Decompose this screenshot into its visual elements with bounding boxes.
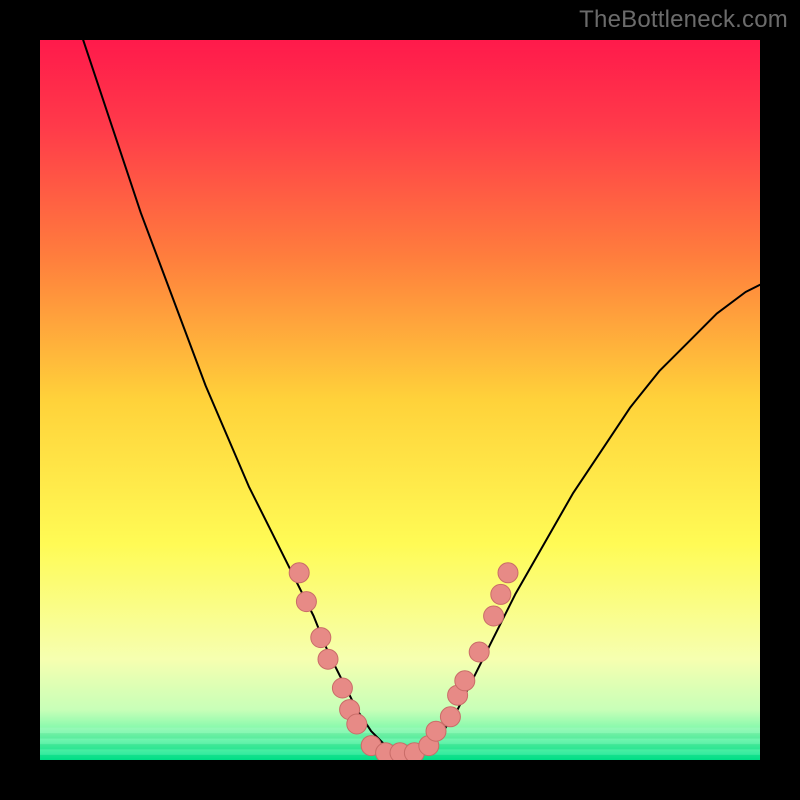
data-point xyxy=(318,649,338,669)
data-point xyxy=(289,563,309,583)
watermark-text: TheBottleneck.com xyxy=(579,6,788,34)
data-point xyxy=(469,642,489,662)
data-point xyxy=(311,628,331,648)
green-band xyxy=(40,733,760,739)
data-point xyxy=(332,678,352,698)
data-point xyxy=(455,671,475,691)
data-point xyxy=(498,563,518,583)
data-point xyxy=(296,592,316,612)
chart-plot-area xyxy=(40,40,760,760)
chart-container: TheBottleneck.com xyxy=(0,0,800,800)
data-point xyxy=(484,606,504,626)
chart-svg xyxy=(40,40,760,760)
green-band xyxy=(40,728,760,734)
data-point xyxy=(347,714,367,734)
chart-background xyxy=(40,40,760,760)
data-point xyxy=(491,584,511,604)
data-point xyxy=(440,707,460,727)
